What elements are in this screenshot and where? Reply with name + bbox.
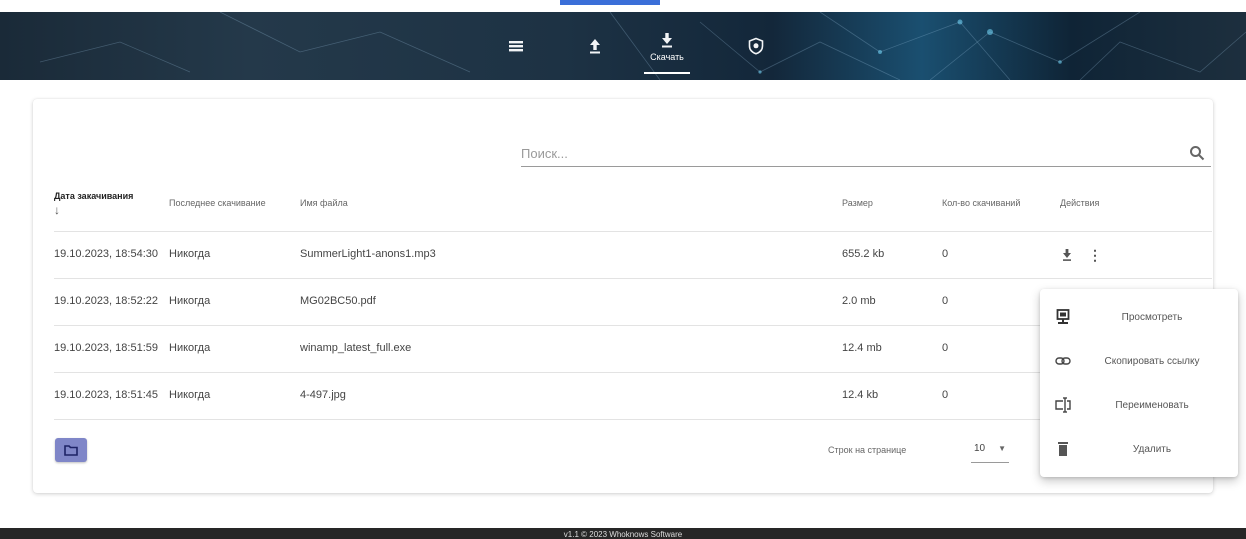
row-context-menu: Просмотреть Скопировать ссылку Переимено… [1040,289,1238,477]
menu-item-preview-label: Просмотреть [1121,311,1183,323]
nav-security-button[interactable] [743,12,769,80]
column-header-size[interactable]: Размер [842,176,942,232]
trash-icon [1054,440,1072,458]
cell-date: 19.10.2023, 18:51:45 [54,372,169,420]
cell-date: 19.10.2023, 18:54:30 [54,231,169,279]
cell-last-download: Никогда [169,372,300,420]
menu-item-delete-label: Удалить [1132,443,1172,455]
shield-icon [748,37,764,55]
download-icon[interactable] [1060,248,1074,262]
column-header-last-download[interactable]: Последнее скачивание [169,176,300,232]
footer-text: v1.1 © 2023 Whoknows Software [563,530,683,539]
table-row[interactable]: 19.10.2023, 18:52:22 Никогда MG02BC50.pd… [54,278,1212,326]
cell-size: 12.4 kb [842,372,942,420]
table-header-row: Дата закачивания ↓ Последнее скачивание … [54,176,1212,232]
column-header-date-label: Дата закачивания [54,191,134,202]
menu-item-copy-link-label: Скопировать ссылку [1104,355,1200,367]
cell-filename: winamp_latest_full.exe [300,325,842,373]
table-row[interactable]: 19.10.2023, 18:51:45 Никогда 4-497.jpg 1… [54,372,1212,420]
search-icon[interactable] [1189,145,1205,161]
search-bar [521,141,1211,167]
column-header-actions: Действия [1060,176,1212,232]
cell-date: 19.10.2023, 18:52:22 [54,278,169,326]
table-row[interactable]: 19.10.2023, 18:51:59 Никогда winamp_late… [54,325,1212,373]
files-card: Дата закачивания ↓ Последнее скачивание … [33,99,1213,493]
cell-actions: ⋮ [1060,231,1212,279]
cell-size: 655.2 kb [842,231,942,279]
column-header-download-count[interactable]: Кол-во скачиваний [942,176,1060,232]
download-icon [662,32,672,47]
search-input[interactable] [521,141,1161,165]
rows-per-page-select[interactable]: 10 ▼ [971,435,1009,463]
cell-date: 19.10.2023, 18:51:59 [54,325,169,373]
rows-per-page-label: Строк на странице [828,445,907,455]
rows-per-page-value: 10 [974,443,986,454]
nav-list-button[interactable] [503,12,529,80]
open-folder-button[interactable] [55,438,87,462]
nav-upload-button[interactable] [582,12,608,80]
folder-icon [64,445,78,456]
cell-download-count: 0 [942,231,1060,279]
column-header-date[interactable]: Дата закачивания ↓ [54,176,169,232]
header-banner: Скачать [0,12,1246,80]
cell-last-download: Никогда [169,231,300,279]
table-row[interactable]: 19.10.2023, 18:54:30 Никогда SummerLight… [54,231,1212,279]
files-table: Дата закачивания ↓ Последнее скачивание … [54,176,1212,420]
cell-filename: 4-497.jpg [300,372,842,420]
caret-down-icon: ▼ [998,444,1006,453]
top-bar [0,0,1246,12]
link-icon [1054,352,1072,370]
menu-item-preview[interactable]: Просмотреть [1040,295,1238,339]
list-icon [509,41,523,52]
upload-icon [590,39,600,54]
menu-item-copy-link[interactable]: Скопировать ссылку [1040,339,1238,383]
sort-arrow-icon: ↓ [54,203,60,218]
more-options-icon[interactable]: ⋮ [1088,248,1102,262]
preview-icon [1054,308,1072,326]
nav-download-button[interactable]: Скачать [638,12,696,80]
column-header-filename[interactable]: Имя файла [300,176,842,232]
cell-last-download: Никогда [169,278,300,326]
footer: v1.1 © 2023 Whoknows Software [0,528,1246,539]
rename-icon [1054,396,1072,414]
menu-item-rename-label: Переименовать [1115,399,1189,411]
top-accent [560,0,660,5]
cell-size: 12.4 mb [842,325,942,373]
network-background [39,12,1246,80]
cell-filename: MG02BC50.pdf [300,278,842,326]
menu-item-rename[interactable]: Переименовать [1040,383,1238,427]
cell-size: 2.0 mb [842,278,942,326]
cell-filename: SummerLight1-anons1.mp3 [300,231,842,279]
cell-last-download: Никогда [169,325,300,373]
nav-download-label: Скачать [650,51,684,62]
menu-item-delete[interactable]: Удалить [1040,427,1238,471]
